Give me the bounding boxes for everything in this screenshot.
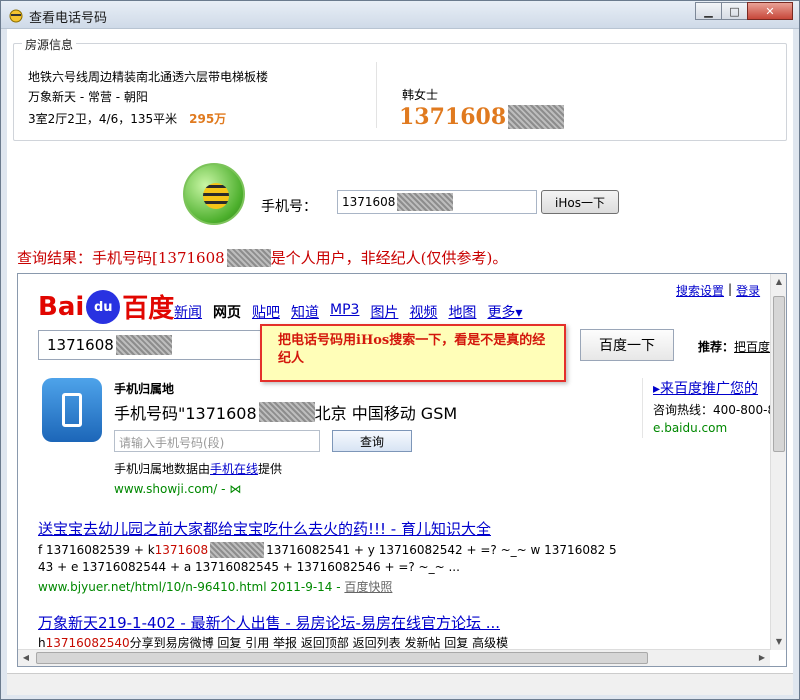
nav-images[interactable]: 图片 [370, 302, 398, 322]
result-url-text: www.bjyuer.net/html/10/n-96410.html 2011… [38, 580, 345, 594]
app-icon [9, 9, 23, 23]
search-settings-link[interactable]: 搜索设置 [676, 282, 724, 299]
login-link[interactable]: 登录 [736, 282, 760, 299]
cache-link[interactable]: 百度快照 [344, 580, 392, 594]
ad-title[interactable]: ▸来百度推广您的 [653, 378, 766, 398]
query-result: 查询结果：手机号码[1371608 是个人用户，非经纪人(仅供参考)。 [17, 247, 507, 268]
property-info-group: 房源信息 地铁六号线周边精装南北通透六层带电梯板楼 万象新天 - 常营 - 朝阳… [13, 36, 787, 141]
phone-input[interactable]: 1371608 [337, 190, 537, 214]
mosaic-mask [210, 542, 265, 558]
property-spec: 3室2厅2卫，4/6，135平米 295万 [28, 110, 226, 127]
nav-video[interactable]: 视频 [409, 302, 437, 322]
nav-mp3[interactable]: MP3 [330, 302, 359, 322]
ihos-logo [183, 163, 245, 225]
snippet-text: f 13716082539 + k [38, 543, 155, 557]
mobile-card-title[interactable]: 手机归属地 [114, 380, 174, 397]
logo-bai: Bai [38, 291, 85, 322]
result-suffix: 是个人用户，非经纪人(仅供参考)。 [270, 249, 508, 267]
snippet-text: 13716082541 + y 13716082542 + =? ~_~ w 1… [266, 543, 617, 557]
nav-map[interactable]: 地图 [448, 302, 476, 322]
ad-phone: 咨询热线：400-800-8 [653, 403, 776, 417]
mosaic-mask [508, 105, 565, 129]
phone-label: 手机号： [261, 199, 317, 215]
logo-cn: 百度 [122, 294, 175, 324]
nav-zhidao[interactable]: 知道 [291, 302, 319, 322]
result-url: www.bjyuer.net/html/10/n-96410.html 2011… [38, 578, 392, 595]
contact-phone-visible: 1371608 [399, 104, 507, 130]
mosaic-mask [115, 335, 172, 355]
mosaic-mask [397, 193, 454, 211]
source-prefix: 手机归属地数据由 [114, 462, 211, 476]
window-title: 查看电话号码 [29, 11, 108, 26]
baidu-nav: 新闻 网页 贴吧 知道 MP3 图片 视频 地图 更多▾ [174, 302, 522, 322]
annotation-callout: 把电话号码用iHos搜索一下，看是不是真的经纪人 [260, 324, 566, 382]
title-bar: 查看电话号码 ▁ □ ✕ [1, 1, 799, 29]
baidu-logo[interactable]: Bai du 百度 [38, 288, 174, 325]
snippet-text: h [38, 635, 46, 650]
showji-url: www.showji.com/ - ⋈ [114, 482, 242, 496]
scroll-left-icon[interactable]: ◀ [18, 650, 34, 666]
bee-icon [203, 183, 229, 209]
phone-input-value: 1371608 [342, 195, 396, 209]
snippet-highlight: 1371608 [154, 543, 209, 557]
side-ad: ▸来百度推广您的 咨询热线：400-800-8 e.baidu.com [642, 378, 776, 438]
nav-news[interactable]: 新闻 [174, 302, 202, 322]
group-legend: 房源信息 [22, 36, 77, 53]
mobile-query-button[interactable]: 查询 [332, 430, 412, 452]
mobile-number-input[interactable]: 请输入手机号码(段) [114, 430, 320, 452]
result-title[interactable]: 送宝宝去幼儿园之前大家都给宝宝吃什么去火的药!!! - 育儿知识大全 [38, 518, 491, 539]
client-area: 房源信息 地铁六号线周边精装南北通透六层带电梯板楼 万象新天 - 常营 - 朝阳… [7, 29, 793, 695]
scroll-up-icon[interactable]: ▲ [771, 274, 786, 290]
recommend-label: 推荐： [698, 340, 735, 354]
vertical-scrollbar[interactable]: ▲ ▼ [770, 274, 786, 650]
horizontal-scrollbar[interactable]: ◀ ▶ [18, 649, 770, 666]
maximize-button[interactable]: □ [721, 2, 748, 20]
recommend: 推荐：把百度 [698, 338, 770, 355]
mobile-info-suffix: 北京 中国移动 GSM [314, 404, 458, 423]
scroll-thumb[interactable] [36, 652, 648, 664]
mobile-info-prefix: 手机号码"1371608 [114, 404, 257, 423]
status-bar [7, 673, 793, 695]
close-button[interactable]: ✕ [747, 2, 793, 20]
top-links: 搜索设置 | 登录 [676, 282, 760, 299]
ad-url: e.baidu.com [653, 421, 728, 435]
property-area: 万象新天 - 常营 - 朝阳 [28, 90, 148, 104]
embedded-browser[interactable]: Bai du 百度 新闻 网页 贴吧 知道 MP3 图片 视频 地图 更多▾ 搜索设… [17, 273, 787, 667]
mobile-phone-icon [42, 378, 102, 442]
mosaic-mask [258, 402, 315, 422]
source-suffix: 提供 [258, 462, 283, 476]
minimize-button[interactable]: ▁ [695, 2, 722, 20]
window: 查看电话号码 ▁ □ ✕ 房源信息 地铁六号线周边精装南北通透六层带电梯板楼 万… [0, 0, 800, 700]
baidu-search-button[interactable]: 百度一下 [580, 329, 674, 361]
property-title: 地铁六号线周边精装南北通透六层带电梯板楼 [28, 70, 269, 84]
snippet-highlight: 13716082540 [45, 635, 130, 650]
scroll-down-icon[interactable]: ▼ [771, 634, 786, 650]
contact-name: 韩女士 [402, 88, 439, 102]
group-divider [376, 62, 377, 128]
source-link[interactable]: 手机在线 [210, 462, 258, 476]
result-snippet: f 13716082539 + k 1371608 13716082541 + y… [38, 542, 617, 558]
property-spec-text: 3室2厅2卫，4/6，135平米 [28, 112, 178, 126]
contact-phone: 1371608 [399, 104, 565, 130]
recommend-link[interactable]: 把百度 [734, 340, 770, 354]
link-separator: | [728, 282, 733, 296]
ihos-search-button[interactable]: iHos一下 [541, 190, 619, 214]
result-snippet: 43 + e 13716082544 + a 13716082545 + 137… [38, 560, 460, 574]
nav-web[interactable]: 网页 [213, 302, 241, 322]
mosaic-mask [226, 248, 271, 267]
scroll-thumb[interactable] [773, 296, 785, 452]
scroll-right-icon[interactable]: ▶ [754, 650, 770, 666]
nav-more[interactable]: 更多▾ [487, 302, 522, 322]
property-price: 295万 [189, 112, 227, 126]
result-title[interactable]: 万象新天219-1-402 - 最新个人出售 - 易房论坛-易房在线官方论坛 .… [38, 612, 500, 633]
nav-tieba[interactable]: 贴吧 [252, 302, 280, 322]
mobile-data-source: 手机归属地数据由手机在线提供 [114, 460, 282, 477]
logo-du: du [86, 289, 121, 324]
result-prefix: 查询结果：手机号码[1371608 [17, 249, 225, 267]
mobile-card-info: 手机号码"1371608 北京 中国移动 GSM [114, 400, 457, 424]
search-input-value: 1371608 [47, 336, 114, 354]
